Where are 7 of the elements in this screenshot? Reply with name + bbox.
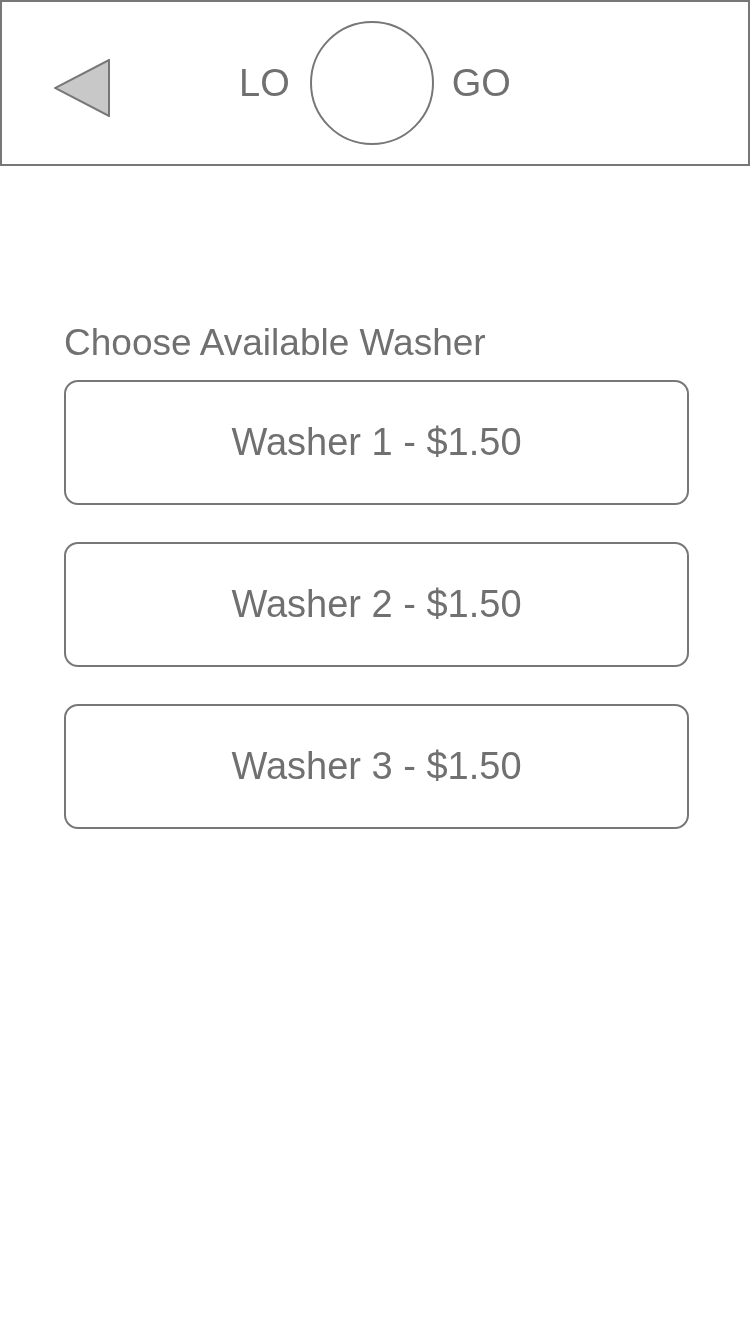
washer-button[interactable]: Washer 3 - $1.50	[64, 704, 689, 829]
logo-text: LO	[239, 61, 290, 105]
logo-text: GO	[451, 61, 511, 105]
section-heading: Choose Available Washer	[64, 322, 487, 364]
washer-button[interactable]: Washer 2 - $1.50	[64, 542, 689, 667]
back-icon[interactable]	[54, 59, 110, 117]
washer-button[interactable]: Washer 1 - $1.50	[64, 380, 689, 505]
